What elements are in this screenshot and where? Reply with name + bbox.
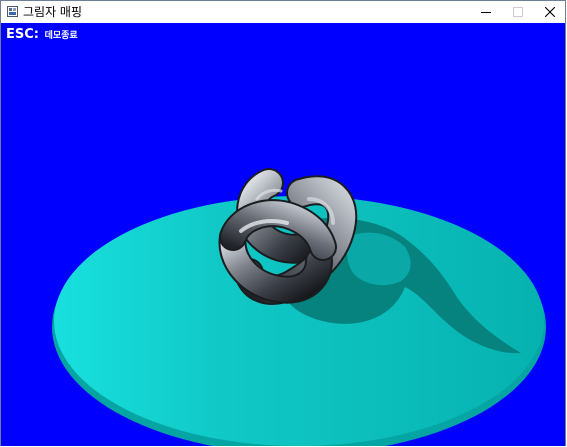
esc-key-label: ESC:: [6, 27, 39, 42]
maximize-icon: [513, 7, 523, 17]
app-icon: [7, 6, 18, 17]
torus-knot: [218, 168, 358, 305]
close-button[interactable]: [533, 1, 567, 23]
window-title: 그림자 매핑: [23, 5, 83, 19]
close-icon: [545, 7, 555, 17]
maximize-button[interactable]: [501, 1, 535, 23]
scene-canvas: [52, 168, 546, 446]
esc-description: 데모종료: [44, 31, 78, 41]
esc-hint: ESC: 데모종료: [6, 26, 78, 43]
app-window: 그림자 매핑 ESC: 데모종료: [0, 0, 566, 446]
minimize-button[interactable]: [469, 1, 503, 23]
title-bar[interactable]: 그림자 매핑: [1, 1, 565, 23]
render-viewport[interactable]: ESC: 데모종료: [1, 23, 565, 446]
minimize-icon: [481, 12, 491, 13]
